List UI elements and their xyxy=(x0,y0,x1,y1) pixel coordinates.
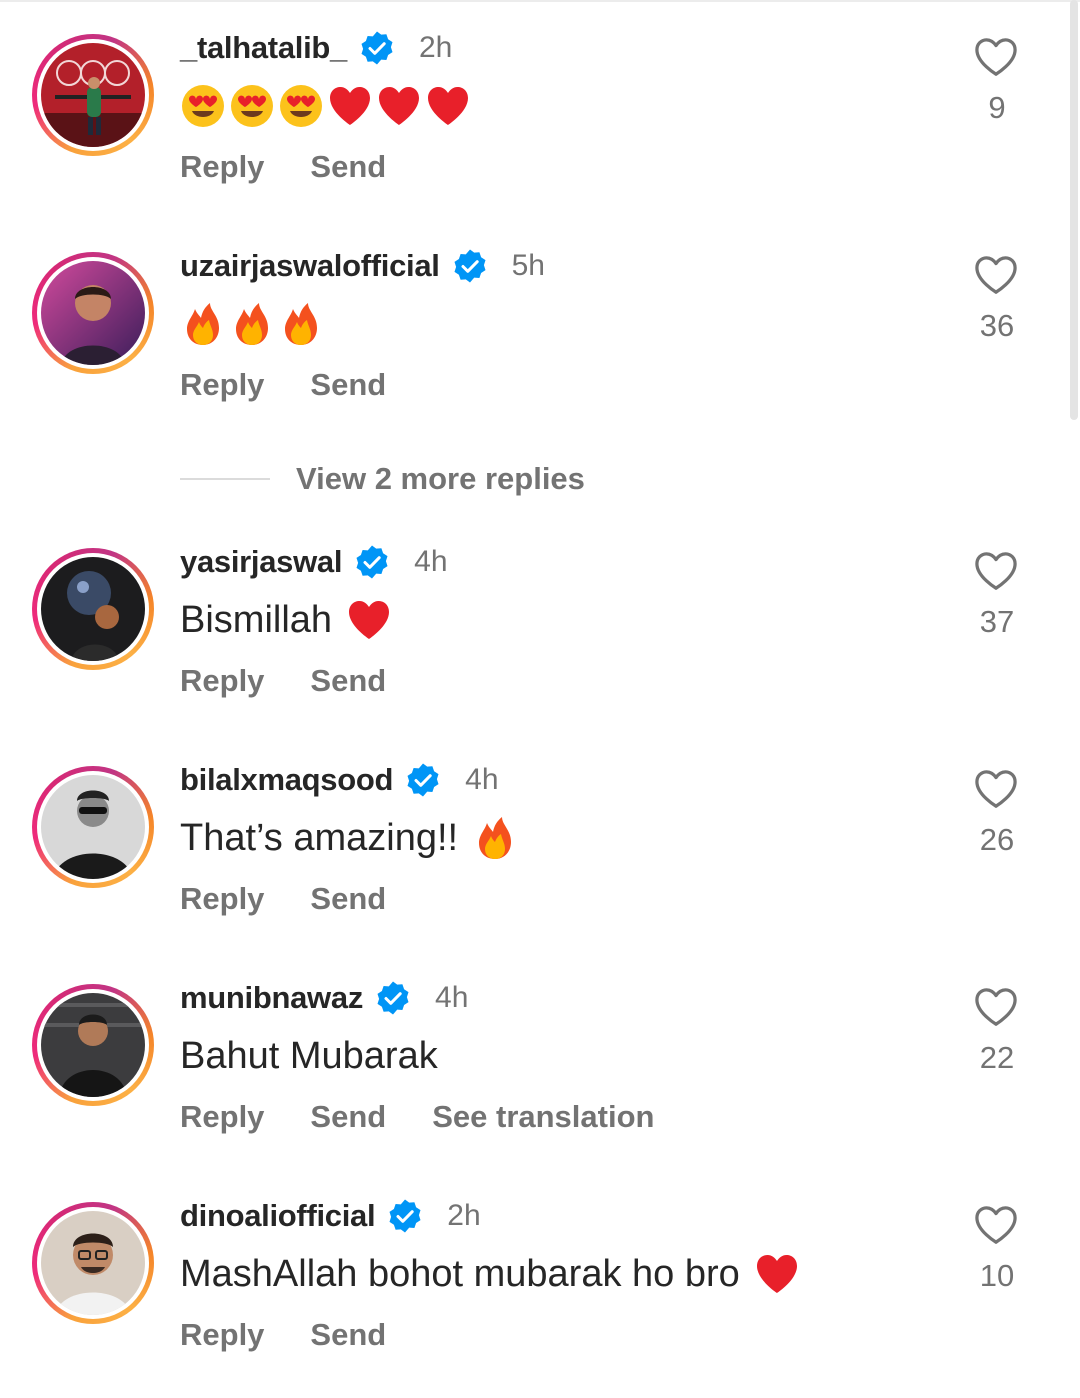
avatar-story-ring[interactable] xyxy=(32,252,154,374)
like-count: 9 xyxy=(988,90,1006,125)
like-control: 10 xyxy=(973,1204,1021,1293)
verified-badge-icon xyxy=(359,30,395,66)
reply-button[interactable]: Reply xyxy=(180,367,264,403)
like-count: 22 xyxy=(979,1040,1015,1075)
username[interactable]: bilalxmaqsood xyxy=(180,762,393,798)
replies-divider xyxy=(180,478,270,480)
comment-text-label: That’s amazing!! xyxy=(180,816,459,859)
red-heart-emoji-icon xyxy=(425,83,471,129)
avatar[interactable] xyxy=(41,1211,145,1315)
comment-text xyxy=(180,78,474,134)
fire-emoji-icon xyxy=(472,815,518,861)
send-button[interactable]: Send xyxy=(310,881,386,917)
reply-button[interactable]: Reply xyxy=(180,663,264,699)
see-translation-button[interactable]: See translation xyxy=(432,1099,654,1135)
comment-text-label: MashAllah bohot mubarak ho bro xyxy=(180,1252,740,1295)
reply-button[interactable]: Reply xyxy=(180,1317,264,1353)
heart-outline-icon[interactable] xyxy=(973,986,1019,1028)
send-button[interactable]: Send xyxy=(310,663,386,699)
comment-text xyxy=(180,296,327,352)
comment-text-label: Bismillah xyxy=(180,598,333,641)
reply-button[interactable]: Reply xyxy=(180,149,264,185)
comment-item: dinoaliofficial 2h MashAllah bohot mubar… xyxy=(0,1168,1080,1368)
comment-item: _talhatalib_ 2h Reply Send 9 xyxy=(0,0,1080,200)
comment-text: MashAllah bohot mubarak ho bro xyxy=(180,1246,803,1302)
heart-outline-icon[interactable] xyxy=(973,768,1019,810)
red-heart-emoji-icon xyxy=(376,83,422,129)
username[interactable]: munibnawaz xyxy=(180,980,363,1016)
username[interactable]: uzairjaswalofficial xyxy=(180,248,440,284)
avatar[interactable] xyxy=(41,557,145,661)
fire-emoji-icon xyxy=(180,301,226,347)
verified-badge-icon xyxy=(387,1198,423,1234)
comment-item: uzairjaswalofficial 5h Reply Send 36 xyxy=(0,218,1080,418)
verified-badge-icon xyxy=(354,544,390,580)
send-button[interactable]: Send xyxy=(310,149,386,185)
send-button[interactable]: Send xyxy=(310,367,386,403)
send-button[interactable]: Send xyxy=(310,1317,386,1353)
like-count: 26 xyxy=(979,822,1015,857)
timestamp: 4h xyxy=(435,981,469,1014)
verified-badge-icon xyxy=(405,762,441,798)
heart-outline-icon[interactable] xyxy=(973,254,1019,296)
avatar-story-ring[interactable] xyxy=(32,548,154,670)
timestamp: 5h xyxy=(511,249,545,282)
like-control: 22 xyxy=(973,986,1021,1075)
fire-emoji-icon xyxy=(229,301,275,347)
comment-item: bilalxmaqsood 4h That’s amazing!! Reply … xyxy=(0,732,1080,932)
reply-button[interactable]: Reply xyxy=(180,881,264,917)
like-count: 37 xyxy=(979,604,1015,639)
like-control: 26 xyxy=(973,768,1021,857)
username[interactable]: yasirjaswal xyxy=(180,544,342,580)
red-heart-emoji-icon xyxy=(346,597,392,643)
reply-button[interactable]: Reply xyxy=(180,1099,264,1135)
like-count: 36 xyxy=(979,308,1015,343)
timestamp: 4h xyxy=(465,763,499,796)
heart-outline-icon[interactable] xyxy=(973,550,1019,592)
heart-outline-icon[interactable] xyxy=(973,1204,1019,1246)
red-heart-emoji-icon xyxy=(327,83,373,129)
view-more-replies-label: View 2 more replies xyxy=(296,461,585,496)
timestamp: 4h xyxy=(414,545,448,578)
comment-item: munibnawaz 4h Bahut Mubarak Reply Send S… xyxy=(0,950,1080,1150)
timestamp: 2h xyxy=(418,31,453,64)
username[interactable]: _talhatalib_ xyxy=(180,30,347,66)
comment-item: yasirjaswal 4h Bismillah Reply Send 37 xyxy=(0,514,1080,714)
view-more-replies-button[interactable]: View 2 more replies xyxy=(180,458,585,500)
heart-outline-icon[interactable] xyxy=(973,36,1019,78)
avatar-story-ring[interactable] xyxy=(32,766,154,888)
like-control: 36 xyxy=(973,254,1021,343)
avatar-story-ring[interactable] xyxy=(32,984,154,1106)
like-count: 10 xyxy=(979,1258,1015,1293)
send-button[interactable]: Send xyxy=(310,1099,386,1135)
timestamp: 2h xyxy=(447,1199,481,1232)
avatar[interactable] xyxy=(41,261,145,365)
comment-text: Bahut Mubarak xyxy=(180,1028,438,1084)
avatar-story-ring[interactable] xyxy=(32,34,154,156)
comment-text-label: Bahut Mubarak xyxy=(180,1034,438,1077)
verified-badge-icon xyxy=(452,248,488,284)
like-control: 37 xyxy=(973,550,1021,639)
heart-eyes-emoji-icon xyxy=(278,83,324,129)
comment-text: That’s amazing!! xyxy=(180,810,521,866)
username[interactable]: dinoaliofficial xyxy=(180,1198,376,1234)
avatar[interactable] xyxy=(41,993,145,1097)
verified-badge-icon xyxy=(375,980,411,1016)
like-control: 9 xyxy=(973,36,1021,125)
avatar-story-ring[interactable] xyxy=(32,1202,154,1324)
avatar[interactable] xyxy=(41,775,145,879)
avatar[interactable] xyxy=(41,43,145,147)
heart-eyes-emoji-icon xyxy=(180,83,226,129)
heart-eyes-emoji-icon xyxy=(229,83,275,129)
comment-text: Bismillah xyxy=(180,592,395,648)
fire-emoji-icon xyxy=(278,301,324,347)
red-heart-emoji-icon xyxy=(754,1251,800,1297)
